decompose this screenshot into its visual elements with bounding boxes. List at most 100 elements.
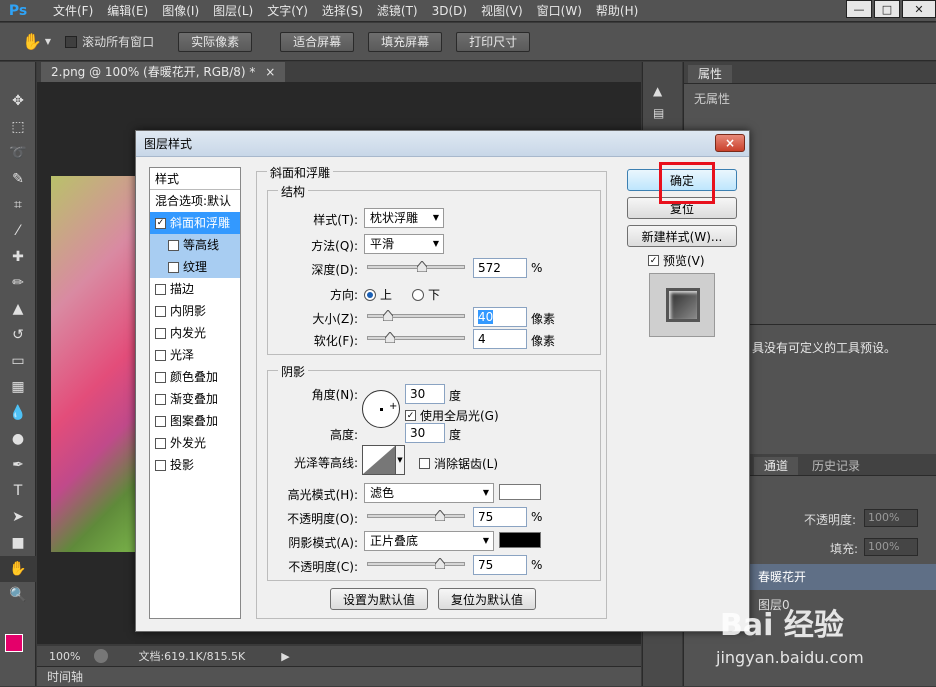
zoom-tool-icon[interactable]: 🔍 <box>0 582 36 608</box>
lasso-tool-icon[interactable]: ➰ <box>0 140 36 166</box>
technique-select[interactable]: 平滑 ▼ <box>364 234 444 254</box>
path-select-tool-icon[interactable]: ➤ <box>0 504 36 530</box>
new-style-button[interactable]: 新建样式(W)... <box>627 225 737 247</box>
slider-thumb-icon[interactable] <box>434 557 446 570</box>
foreground-color-swatch[interactable] <box>5 634 23 652</box>
style-checkbox[interactable]: ✓ <box>155 217 166 229</box>
angle-input[interactable]: 30 <box>405 384 445 404</box>
menu-item-9[interactable]: 窗口(W) <box>530 0 589 22</box>
shadow-opacity-input[interactable]: 75 <box>473 555 527 575</box>
style-item[interactable]: 内阴影 <box>150 300 240 322</box>
preview-checkbox[interactable]: ✓ 预览(V) <box>648 252 705 269</box>
style-item[interactable]: 纹理 <box>150 256 240 278</box>
style-item[interactable]: 投影 <box>150 454 240 476</box>
healing-brush-tool-icon[interactable]: ✚ <box>0 244 36 270</box>
style-item[interactable]: 外发光 <box>150 432 240 454</box>
style-checkbox[interactable] <box>155 371 166 383</box>
shadow-opacity-slider[interactable] <box>367 557 465 570</box>
menu-item-1[interactable]: 编辑(E) <box>100 0 155 22</box>
type-tool-icon[interactable]: T <box>0 478 36 504</box>
highlight-opacity-slider[interactable] <box>367 509 465 522</box>
info-icon[interactable] <box>94 649 109 663</box>
depth-input[interactable]: 572 <box>473 258 527 278</box>
direction-up-radio[interactable]: 上 <box>364 286 392 303</box>
timeline-label[interactable]: 时间轴 <box>47 670 83 684</box>
style-checkbox[interactable] <box>168 261 179 273</box>
shadow-color-swatch[interactable] <box>499 532 541 548</box>
style-checkbox[interactable] <box>155 393 166 405</box>
style-item[interactable]: 光泽 <box>150 344 240 366</box>
menu-item-2[interactable]: 图像(I) <box>155 0 206 22</box>
tab-properties[interactable]: 属性 <box>688 65 733 83</box>
menu-item-10[interactable]: 帮助(H) <box>589 0 645 22</box>
slider-thumb-icon[interactable] <box>384 331 396 344</box>
shape-tool-icon[interactable]: ■ <box>0 530 36 556</box>
style-item[interactable]: 描边 <box>150 278 240 300</box>
status-arrow-icon[interactable]: ▶ <box>281 650 289 663</box>
blur-tool-icon[interactable]: 💧 <box>0 400 36 426</box>
menu-item-7[interactable]: 3D(D) <box>425 0 474 22</box>
style-item[interactable]: ✓ 斜面和浮雕 <box>150 212 240 234</box>
style-item[interactable]: 渐变叠加 <box>150 388 240 410</box>
checkbox-box[interactable] <box>65 35 78 48</box>
blend-options-item[interactable]: 混合选项:默认 <box>150 190 240 212</box>
slider-thumb-icon[interactable] <box>416 260 428 273</box>
style-item[interactable]: 内发光 <box>150 322 240 344</box>
scroll-all-windows-checkbox[interactable]: 滚动所有窗口 <box>65 33 154 50</box>
eyedropper-tool-icon[interactable]: ⁄ <box>0 218 36 244</box>
tab-history[interactable]: 历史记录 <box>802 457 871 475</box>
brush-tool-icon[interactable]: ✏ <box>0 270 36 296</box>
style-checkbox[interactable] <box>155 327 166 339</box>
style-checkbox[interactable] <box>155 305 166 317</box>
angle-dial[interactable]: + <box>362 390 400 428</box>
chevron-down-icon[interactable]: ▼ <box>45 37 51 46</box>
close-tab-icon[interactable]: × <box>265 65 275 79</box>
menu-item-4[interactable]: 文字(Y) <box>260 0 315 22</box>
marquee-tool-icon[interactable]: ⬚ <box>0 114 36 140</box>
style-checkbox[interactable] <box>155 283 166 295</box>
slider-thumb-icon[interactable] <box>382 309 394 322</box>
zoom-level[interactable]: 100% <box>49 650 80 663</box>
eraser-tool-icon[interactable]: ▭ <box>0 348 36 374</box>
soften-slider[interactable] <box>367 331 465 344</box>
chevron-down-icon[interactable]: ▼ <box>396 445 405 475</box>
style-checkbox[interactable] <box>155 415 166 427</box>
dialog-close-button[interactable]: × <box>715 134 745 152</box>
menu-item-5[interactable]: 选择(S) <box>315 0 370 22</box>
slider-thumb-icon[interactable] <box>434 509 446 522</box>
gradient-tool-icon[interactable]: ▦ <box>0 374 36 400</box>
highlight-mode-select[interactable]: 滤色 ▼ <box>364 483 494 503</box>
reset-default-button[interactable]: 复位为默认值 <box>438 588 536 610</box>
fit-screen-button[interactable]: 适合屏幕 <box>280 31 355 52</box>
menu-item-6[interactable]: 滤镜(T) <box>370 0 425 22</box>
size-input[interactable]: 40 <box>473 307 527 327</box>
direction-down-radio[interactable]: 下 <box>412 286 440 303</box>
style-checkbox[interactable] <box>155 459 166 471</box>
menu-item-8[interactable]: 视图(V) <box>474 0 530 22</box>
move-tool-icon[interactable]: ✥ <box>0 88 36 114</box>
depth-slider[interactable] <box>367 260 465 273</box>
presets-panel-icon[interactable]: ▤ <box>653 106 682 120</box>
hand-icon[interactable]: ✋ <box>22 32 42 51</box>
pen-tool-icon[interactable]: ✒ <box>0 452 36 478</box>
close-window-button[interactable]: ✕ <box>902 0 936 18</box>
stamp-panel-icon[interactable]: ▲ <box>653 84 682 98</box>
hand-tool-icon[interactable]: ✋ <box>0 556 36 582</box>
dodge-tool-icon[interactable]: ● <box>0 426 36 452</box>
fill-field[interactable]: 100% <box>864 538 918 556</box>
maximize-button[interactable]: □ <box>874 0 900 18</box>
altitude-input[interactable]: 30 <box>405 423 445 443</box>
layer-row-1[interactable]: 春暖花开 <box>750 564 936 590</box>
style-item[interactable]: 图案叠加 <box>150 410 240 432</box>
crop-tool-icon[interactable]: ⌗ <box>0 192 36 218</box>
print-size-button[interactable]: 打印尺寸 <box>456 31 531 52</box>
style-checkbox[interactable] <box>155 349 166 361</box>
style-item[interactable]: 等高线 <box>150 234 240 256</box>
style-item[interactable]: 颜色叠加 <box>150 366 240 388</box>
highlight-opacity-input[interactable]: 75 <box>473 507 527 527</box>
stamp-tool-icon[interactable]: ▲ <box>0 296 36 322</box>
soften-input[interactable]: 4 <box>473 329 527 349</box>
document-tab[interactable]: 2.png @ 100% (春暖花开, RGB/8) * × <box>41 62 286 82</box>
menu-item-3[interactable]: 图层(L) <box>206 0 260 22</box>
quick-select-tool-icon[interactable]: ✎ <box>0 166 36 192</box>
